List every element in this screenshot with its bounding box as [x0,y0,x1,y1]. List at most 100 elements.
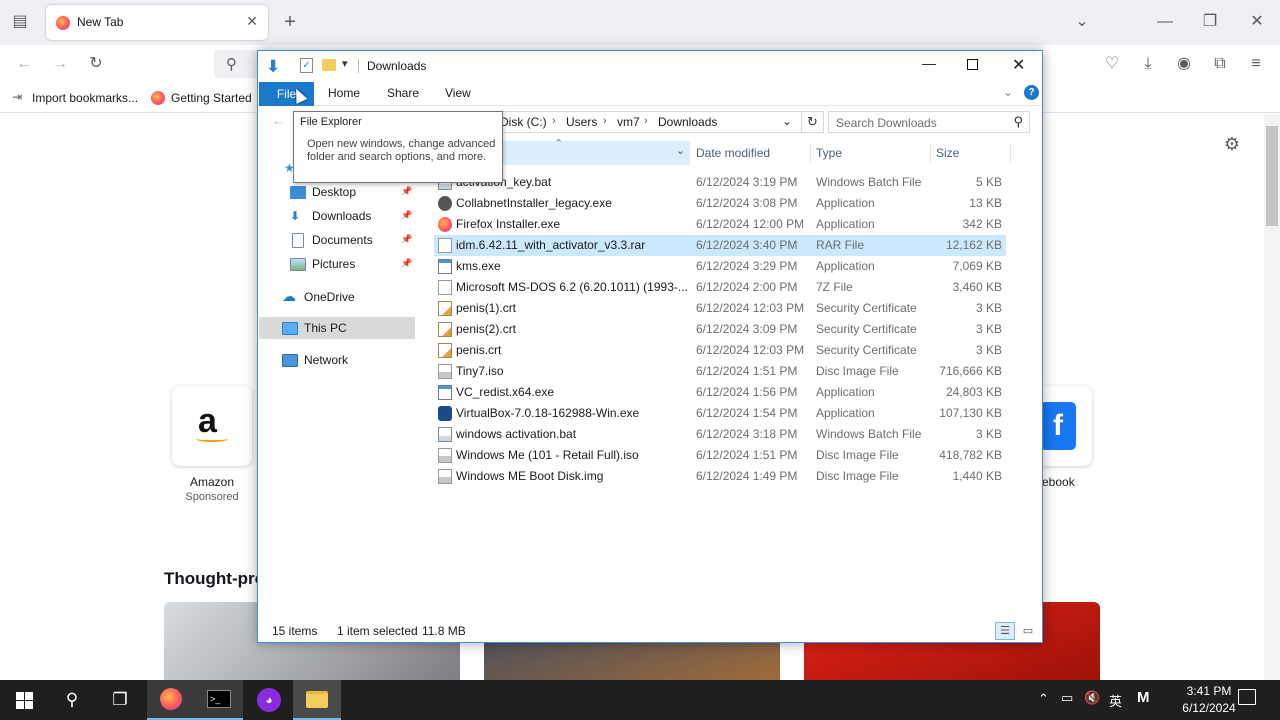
file-row[interactable]: CollabnetInstaller_legacy.exe 6/12/2024 3… [434,193,1006,214]
shortcut-amazon[interactable]: a [172,386,252,466]
ime-indicator[interactable]: 英 [1109,691,1122,710]
pocket-icon[interactable]: ♡ [1102,54,1122,74]
maximize-icon[interactable] [967,59,978,70]
address-dropdown-icon[interactable]: ⌄ [782,114,792,128]
reload-icon[interactable]: ↻ [86,54,106,74]
new-tab-icon[interactable]: + [280,12,300,32]
show-hidden-icons-icon[interactable]: ⌃ [1038,691,1049,707]
back-icon[interactable]: ← [272,113,285,128]
properties-qa-icon[interactable]: ✓ [300,58,313,73]
expand-ribbon-icon[interactable]: ⌄ [1003,85,1013,99]
close-tab-icon[interactable]: ✕ [246,13,258,30]
tab-title: New Tab [77,15,124,29]
browser-tab-bar: ▤ New Tab ✕ + ⌄ — ❐ ✕ [0,0,1280,45]
customize-qa-icon[interactable]: ▾ [342,57,348,70]
account-icon[interactable]: ◉ [1174,54,1194,74]
file-name: windows activation.bat [456,427,577,441]
addr-divider [801,112,802,132]
large-icons-view-icon[interactable]: ▭ [1019,622,1037,640]
search-button[interactable]: ⚲ [48,680,96,720]
scrollbar-thumb[interactable] [1266,126,1278,226]
file-row[interactable]: kms.exe 6/12/2024 3:29 PM Application 7,069… [434,256,1006,277]
restore-icon[interactable]: ❐ [1200,12,1220,32]
file-row[interactable]: Microsoft MS-DOS 6.2 (6.20.1011) (1993-.… [434,277,1006,298]
minimize-icon[interactable]: — [922,55,936,71]
ribbon-tab-home[interactable]: Home [328,86,360,100]
file-row[interactable]: penis(1).crt 6/12/2024 12:03 PM Security C… [434,298,1006,319]
network-tray-icon[interactable]: ▭ [1061,690,1073,706]
file-type: Security Certificate [816,343,917,357]
section-heading: Thought-pro [164,569,266,588]
minimize-icon[interactable]: — [1155,12,1175,32]
file-row[interactable]: penis.crt 6/12/2024 12:03 PM Security Cert… [434,340,1006,361]
file-row[interactable]: VirtualBox-7.0.18-162988-Win.exe 6/12/202… [434,403,1006,424]
forward-icon[interactable]: → [50,54,70,74]
file-size: 7,069 KB [952,259,1002,273]
shortcut-amazon-sponsored: Sponsored [185,491,239,503]
column-filter-icon[interactable]: ⌄ [676,144,685,157]
file-row[interactable]: Windows Me (101 - Retail Full).iso 6/12/2… [434,445,1006,466]
onedrive-icon: ☁ [282,288,296,304]
address-bar[interactable]: Disk (C:) › Users › vm7 › Downloads ⌄ ↻ [498,111,824,133]
ribbon-tab-view[interactable]: View [445,86,471,100]
menu-icon[interactable]: ≡ [1246,54,1266,74]
nav-item-pictures[interactable]: Pictures [290,253,355,275]
refresh-icon[interactable]: ↻ [807,114,818,130]
batch-file-icon [438,427,452,442]
notification-icon[interactable] [1238,689,1256,705]
close-icon[interactable]: ✕ [1247,12,1267,32]
details-view-icon[interactable]: ☰ [995,622,1015,640]
file-row[interactable]: VC_redist.x64.exe 6/12/2024 1:56 PM Applic… [434,382,1006,403]
task-view-button[interactable]: ❐ [96,680,144,720]
nav-item-documents[interactable]: Documents [290,229,373,251]
page-scrollbar[interactable] [1264,114,1280,680]
date-column-header[interactable]: Date modified [696,141,770,165]
bookmark-import[interactable]: Import bookmarks... [32,91,138,105]
file-row[interactable]: windows activation.bat 6/12/2024 3:18 PM W… [434,424,1006,445]
taskbar-firefox[interactable] [147,680,195,720]
settings-gear-icon[interactable]: ⚙ [1222,134,1242,154]
url-bar[interactable]: ⚲ [214,50,258,78]
file-row[interactable]: Firefox Installer.exe 6/12/2024 12:00 PM A… [434,214,1006,235]
start-button[interactable] [0,680,48,720]
size-column-header[interactable]: Size [936,141,959,165]
file-row[interactable]: activation_key.bat 6/12/2024 3:19 PM Windo… [434,172,1006,193]
installer-icon [438,196,452,211]
breadcrumb-vm7[interactable]: vm7 [617,115,640,129]
downloads-icon[interactable]: ⤓ [1138,54,1158,74]
file-row[interactable]: idm.6.42.11_with_activator_v3.3.rar 6/12/… [434,235,1006,256]
folder-icon [306,690,328,708]
back-icon[interactable]: ← [14,54,34,74]
file-row[interactable]: Windows ME Boot Disk.img 6/12/2024 1:49 P… [434,466,1006,487]
nav-item-network[interactable]: Network [282,349,348,371]
ribbon-tab-share[interactable]: Share [387,86,419,100]
breadcrumb-users[interactable]: Users [566,115,597,129]
search-input[interactable]: Search Downloads ⚲ [828,111,1030,133]
close-icon[interactable]: ✕ [1012,55,1025,75]
file-row[interactable]: penis(2).crt 6/12/2024 3:09 PM Security Ce… [434,319,1006,340]
taskbar-file-explorer[interactable] [293,680,341,720]
tab-list-icon[interactable]: ▤ [10,12,30,32]
nav-item-this-pc[interactable]: This PC [282,317,347,339]
taskbar-terminal[interactable]: >_ [195,680,243,720]
bookmark-getting-started[interactable]: Getting Started [171,91,252,105]
volume-muted-icon[interactable]: 🔇 [1084,690,1100,706]
help-icon[interactable]: ? [1024,85,1039,100]
file-date: 6/12/2024 12:00 PM [696,217,805,231]
file-size: 3 KB [975,427,1002,441]
nav-item-onedrive[interactable]: ☁ OneDrive [282,285,355,307]
type-column-header[interactable]: Type [816,141,842,165]
extensions-icon[interactable]: ⧉ [1210,54,1230,74]
nav-item-desktop[interactable]: Desktop [290,181,356,203]
taskbar-app-purple[interactable]: ◕ [245,680,293,720]
ribbon-tab-file[interactable]: File [259,82,314,106]
new-folder-qa-icon[interactable] [322,59,336,71]
ime-mode-indicator[interactable]: M [1137,689,1150,706]
browser-tab-new-tab[interactable]: New Tab ✕ [46,5,268,40]
clock-time[interactable]: 3:41 PM [1174,684,1244,698]
nav-item-downloads[interactable]: ⬇ Downloads [290,205,371,227]
list-all-tabs-icon[interactable]: ⌄ [1072,12,1092,32]
breadcrumb-downloads[interactable]: Downloads [658,115,717,129]
file-row[interactable]: Tiny7.iso 6/12/2024 1:51 PM Disc Image Fil… [434,361,1006,382]
breadcrumb-disk[interactable]: Disk (C:) [500,115,547,129]
